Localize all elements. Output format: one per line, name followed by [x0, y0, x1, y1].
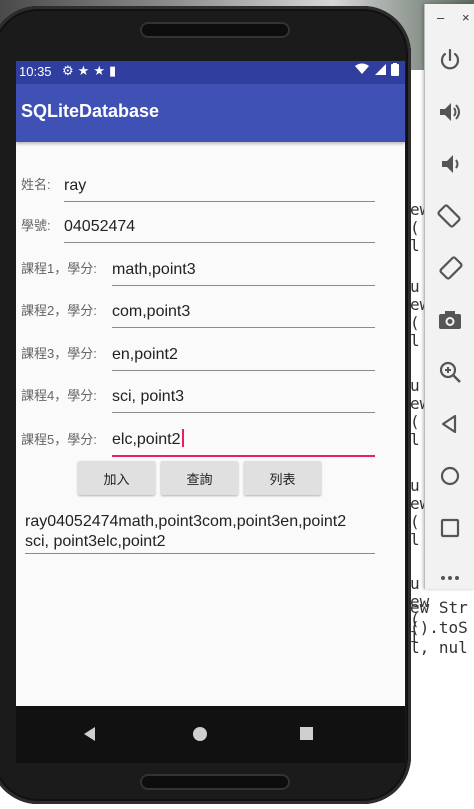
- name-value: ray: [64, 177, 87, 194]
- course4-field[interactable]: sci, point3: [112, 382, 375, 413]
- course1-row: 課程1，學分: math,point3: [21, 246, 375, 286]
- status-right-icons: [355, 63, 399, 77]
- result-line-2: sci, point3elc,point2: [25, 533, 166, 550]
- screenshot-button[interactable]: [425, 300, 474, 340]
- button-group: 加入 查詢 列表: [78, 461, 338, 495]
- code-line: l: [410, 430, 420, 449]
- more-button[interactable]: [425, 560, 474, 596]
- emulator-toolbar: – ×: [424, 4, 474, 589]
- course2-label: 課程2，學分:: [21, 303, 97, 318]
- back-button[interactable]: [425, 404, 474, 444]
- course5-field[interactable]: elc,point2: [112, 425, 375, 457]
- minimize-button[interactable]: –: [437, 10, 444, 25]
- student-id-row: 學號: 04052474: [21, 203, 375, 243]
- volume-down-button[interactable]: [425, 144, 474, 184]
- volume-down-icon: [442, 155, 459, 173]
- star-icon: ★: [93, 63, 109, 78]
- code-line: (: [410, 412, 420, 431]
- code-line: (: [410, 313, 420, 332]
- course3-value: en,point2: [112, 346, 178, 363]
- query-button[interactable]: 查詢: [161, 461, 238, 495]
- text-caret: [181, 429, 184, 447]
- course1-value: math,point3: [112, 261, 196, 278]
- code-line: u: [410, 277, 420, 296]
- nav-home-icon[interactable]: [193, 727, 207, 741]
- more-icon: [441, 576, 459, 580]
- signal-icon: [374, 64, 386, 75]
- course3-label: 課程3，學分:: [21, 346, 97, 361]
- student-id-label: 學號:: [21, 218, 51, 233]
- close-button[interactable]: ×: [462, 10, 470, 25]
- code-line: l: [410, 236, 420, 255]
- code-line: ew Str: [410, 598, 468, 617]
- nav-back-icon[interactable]: [84, 727, 95, 741]
- name-label: 姓名:: [21, 177, 51, 192]
- rotate-right-icon: [439, 256, 463, 280]
- name-row: 姓名: ray: [21, 162, 375, 202]
- course3-row: 課程3，學分: en,point2: [21, 331, 375, 371]
- overview-icon: [440, 518, 460, 538]
- zoom-in-icon: [439, 361, 461, 383]
- power-icon: [440, 48, 460, 70]
- course5-value: elc,point2: [112, 431, 181, 448]
- rotate-left-icon: [437, 204, 461, 228]
- student-id-value: 04052474: [64, 218, 136, 235]
- bottom-speaker: [140, 774, 290, 790]
- nav-overview-icon[interactable]: [300, 727, 313, 740]
- back-icon: [441, 414, 457, 434]
- add-button[interactable]: 加入: [78, 461, 155, 495]
- app-bar: SQLiteDatabase: [16, 84, 405, 142]
- result-line-1: ray04052474math,point3com,point3en,point…: [25, 513, 347, 530]
- course2-row: 課程2，學分: com,point3: [21, 288, 375, 328]
- code-line: (: [410, 218, 420, 237]
- toolbar-titlebar: – ×: [425, 4, 474, 34]
- home-icon: [440, 466, 460, 486]
- volume-up-button[interactable]: [425, 92, 474, 132]
- course2-value: com,point3: [112, 303, 191, 320]
- rotate-right-button[interactable]: [425, 248, 474, 288]
- code-line: l: [410, 331, 420, 350]
- course1-label: 課程1，學分:: [21, 261, 97, 276]
- course5-value-wrap: elc,point2: [112, 429, 184, 449]
- status-left-icons: ⚙★★▮: [62, 63, 120, 79]
- volume-up-icon: [440, 103, 460, 121]
- rotate-left-button[interactable]: [425, 196, 474, 236]
- app-title: SQLiteDatabase: [21, 101, 160, 121]
- result-field[interactable]: ray04052474math,point3com,point3en,point…: [25, 512, 375, 554]
- code-line: ().toS: [410, 618, 468, 637]
- course4-row: 課程4，學分: sci, point3: [21, 373, 375, 413]
- code-line: l, nul: [410, 638, 468, 657]
- course3-field[interactable]: en,point2: [112, 340, 375, 371]
- name-field[interactable]: ray: [64, 171, 375, 202]
- overview-button[interactable]: [425, 508, 474, 548]
- code-line: u: [410, 376, 420, 395]
- course4-value: sci, point3: [112, 388, 185, 405]
- top-speaker: [140, 22, 290, 38]
- status-bar: 10:35 ⚙★★▮: [16, 61, 405, 84]
- settings-icon: ⚙: [62, 63, 78, 78]
- status-time: 10:35: [19, 64, 52, 79]
- form-content: 姓名: ray 學號: 04052474 課程1，學分: math,point3…: [16, 142, 405, 706]
- course2-field[interactable]: com,point3: [112, 297, 375, 328]
- home-button[interactable]: [425, 456, 474, 496]
- sd-card-icon: ▮: [108, 63, 121, 78]
- zoom-button[interactable]: [425, 352, 474, 392]
- student-id-field[interactable]: 04052474: [64, 212, 375, 243]
- code-line: u: [410, 574, 420, 593]
- phone-screen: 10:35 ⚙★★▮ SQLiteDatabase 姓名: ray 學號: 04…: [16, 61, 405, 706]
- wifi-icon: [355, 63, 370, 74]
- course5-row: 課程5，學分: elc,point2: [21, 417, 375, 457]
- course5-label: 課程5，學分:: [21, 432, 97, 447]
- star-icon: ★: [77, 63, 94, 78]
- code-line: l: [410, 530, 420, 549]
- course4-label: 課程4，學分:: [21, 388, 97, 403]
- course1-field[interactable]: math,point3: [112, 255, 375, 286]
- camera-icon: [439, 311, 461, 329]
- power-button[interactable]: [425, 40, 474, 80]
- battery-icon: [391, 63, 399, 76]
- list-button[interactable]: 列表: [244, 461, 321, 495]
- code-line: (: [410, 512, 420, 531]
- android-nav-bar: [16, 706, 405, 763]
- code-line: u: [410, 476, 420, 495]
